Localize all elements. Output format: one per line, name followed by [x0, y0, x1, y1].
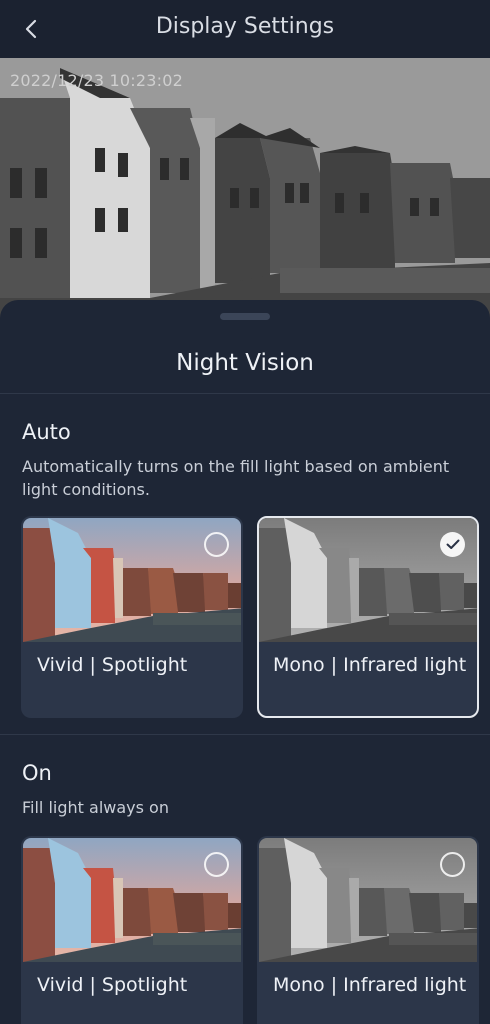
preview-timestamp: 2022/12/23 10:23:02: [10, 71, 183, 90]
section-desc-auto: Automatically turns on the fill light ba…: [22, 457, 450, 499]
section-title-auto: Auto: [22, 420, 71, 444]
option-auto-mono-infrared[interactable]: Mono | Infrared light: [257, 516, 479, 718]
option-on-vivid-spotlight[interactable]: Vivid | Spotlight: [21, 836, 243, 1024]
section-desc-on: Fill light always on: [22, 798, 169, 817]
sheet-drag-handle[interactable]: [220, 313, 270, 320]
camera-preview: 2022/12/23 10:23:02: [0, 58, 490, 320]
option-auto-vivid-spotlight[interactable]: Vivid | Spotlight: [21, 516, 243, 718]
option-label: Mono | Infrared light: [273, 654, 467, 676]
header: Display Settings: [0, 0, 490, 58]
option-label: Mono | Infrared light: [273, 974, 467, 996]
option-on-mono-infrared[interactable]: Mono | Infrared light: [257, 836, 479, 1024]
checkmark-icon: [440, 532, 465, 557]
preview-image: [0, 58, 490, 320]
option-label: Vivid | Spotlight: [37, 974, 188, 996]
divider: [0, 393, 490, 394]
option-label: Vivid | Spotlight: [37, 654, 188, 676]
night-vision-sheet: Night Vision Auto Automatically turns on…: [0, 300, 490, 1024]
sheet-title: Night Vision: [176, 350, 314, 376]
radio-unchecked-icon: [204, 852, 229, 877]
radio-unchecked-icon: [204, 532, 229, 557]
page-title: Display Settings: [155, 14, 335, 39]
section-title-on: On: [22, 761, 52, 785]
radio-unchecked-icon: [440, 852, 465, 877]
divider: [0, 734, 490, 735]
